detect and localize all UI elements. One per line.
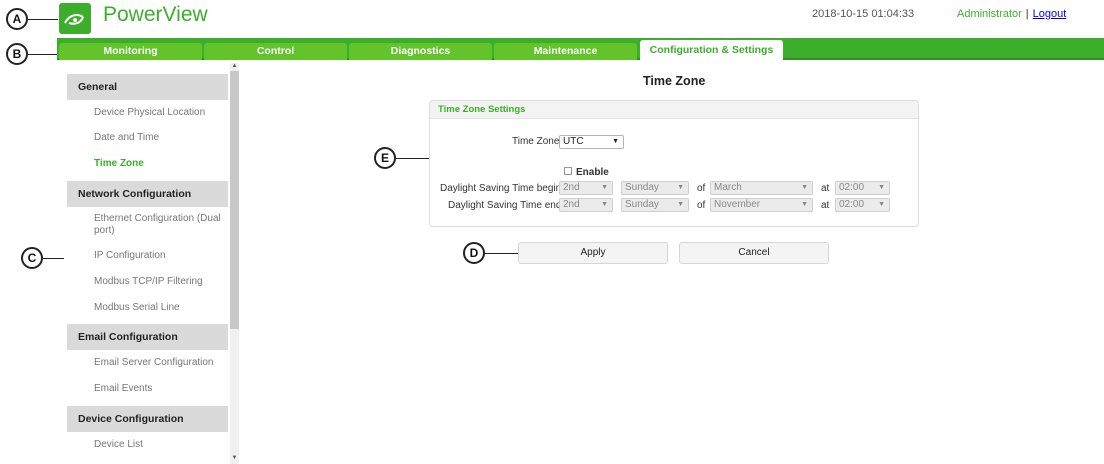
sidebar-item-email-server-configuration[interactable]: Email Server Configuration [94, 357, 224, 369]
sidebar: General Device Physical Location Date an… [67, 63, 228, 464]
caret-down-icon: ▼ [878, 184, 885, 191]
dst-begin-month-select[interactable]: March ▼ [710, 181, 813, 195]
dst-begin-week-select[interactable]: 2nd ▼ [559, 181, 613, 195]
dst-end-time-select[interactable]: 02:00 ▼ [835, 198, 890, 212]
dst-end-month-select[interactable]: November ▼ [710, 198, 813, 212]
callout-b-line [28, 54, 58, 55]
caret-down-icon: ▼ [601, 201, 608, 208]
user-name: Administrator [957, 8, 1022, 20]
tab-configuration-settings[interactable]: Configuration & Settings [640, 40, 783, 60]
dst-begin-time-select[interactable]: 02:00 ▼ [835, 181, 890, 195]
callout-e-line [396, 158, 429, 159]
dst-begin-week: 2nd [563, 182, 580, 193]
dst-begin-of-label: of [697, 183, 706, 194]
sidebar-item-modbus-tcp-ip-filtering[interactable]: Modbus TCP/IP Filtering [94, 276, 224, 288]
page-title: Time Zone [643, 74, 706, 88]
time-zone-value: UTC [563, 136, 584, 147]
dst-end-week-select[interactable]: 2nd ▼ [559, 198, 613, 212]
dst-end-time: 02:00 [839, 199, 865, 210]
sidebar-item-ethernet-configuration[interactable]: Ethernet Configuration (Dual port) [94, 213, 224, 237]
dst-end-day-select[interactable]: Sunday ▼ [621, 198, 689, 212]
sidebar-item-time-zone[interactable]: Time Zone [94, 158, 224, 170]
tab-maintenance[interactable]: Maintenance [494, 43, 637, 60]
dst-begin-day-select[interactable]: Sunday ▼ [621, 181, 689, 195]
user-area: Administrator | Logout [957, 8, 1066, 20]
callout-a-line [28, 19, 58, 20]
callout-e: E [374, 147, 396, 169]
apply-button[interactable]: Apply [518, 242, 668, 264]
dst-begin-label: Daylight Saving Time begins: [440, 183, 569, 194]
time-zone-select[interactable]: UTC ▼ [559, 135, 624, 149]
main-nav: Monitoring Control Diagnostics Maintenan… [57, 38, 1104, 60]
dst-end-label: Daylight Saving Time ends: [448, 200, 570, 211]
plug-leaf-icon [64, 14, 84, 25]
callout-c-line [43, 258, 64, 259]
time-zone-settings-panel: Time Zone Settings Time Zone: UTC ▼ Enabl… [429, 100, 919, 227]
scrollbar-thumb[interactable] [230, 71, 239, 329]
current-datetime: 2018-10-15 01:04:33 [812, 8, 915, 20]
caret-down-icon: ▼ [677, 201, 684, 208]
dst-end-month: November [714, 199, 761, 210]
caret-down-icon: ▼ [878, 201, 885, 208]
panel-title: Time Zone Settings [430, 101, 918, 119]
caret-down-icon: ▼ [801, 201, 808, 208]
app-title: PowerView [103, 3, 208, 26]
logout-link[interactable]: Logout [1033, 8, 1067, 20]
sidebar-item-email-events[interactable]: Email Events [94, 383, 224, 395]
callout-c: C [21, 247, 43, 269]
dst-begin-time: 02:00 [839, 182, 865, 193]
logo [59, 3, 91, 34]
dst-end-of-label: of [697, 200, 706, 211]
time-zone-label: Time Zone: [512, 136, 563, 147]
callout-b: B [6, 43, 28, 65]
sidebar-section-general: General [67, 74, 228, 100]
dst-end-week: 2nd [563, 199, 580, 210]
dst-end-day: Sunday [625, 199, 659, 210]
tab-monitoring[interactable]: Monitoring [59, 43, 202, 60]
caret-down-icon: ▼ [601, 184, 608, 191]
sidebar-item-device-list[interactable]: Device List [94, 439, 224, 451]
user-separator: | [1025, 8, 1029, 20]
arrow-up-icon[interactable]: ▲ [230, 63, 239, 69]
callout-d: D [463, 242, 485, 264]
sidebar-section-network-configuration: Network Configuration [67, 181, 228, 207]
cancel-button[interactable]: Cancel [679, 242, 829, 264]
tab-control[interactable]: Control [204, 43, 347, 60]
caret-down-icon: ▼ [801, 184, 808, 191]
dst-end-at-label: at [821, 200, 830, 211]
dst-enable-label: Enable [576, 167, 609, 178]
caret-down-icon: ▼ [612, 138, 619, 145]
arrow-down-icon[interactable]: ▼ [230, 455, 239, 461]
dst-enable-checkbox[interactable] [564, 167, 572, 175]
dst-begin-at-label: at [821, 183, 830, 194]
tab-diagnostics[interactable]: Diagnostics [349, 43, 492, 60]
callout-d-line [485, 253, 518, 254]
sidebar-item-ip-configuration[interactable]: IP Configuration [94, 250, 224, 262]
sidebar-scrollbar[interactable]: ▲ ▼ [230, 63, 239, 464]
sidebar-item-device-physical-location[interactable]: Device Physical Location [94, 107, 224, 119]
sidebar-section-email-configuration: Email Configuration [67, 324, 228, 350]
dst-begin-day: Sunday [625, 182, 659, 193]
caret-down-icon: ▼ [677, 184, 684, 191]
dst-begin-month: March [714, 182, 742, 193]
sidebar-item-modbus-serial-line[interactable]: Modbus Serial Line [94, 302, 224, 314]
sidebar-section-device-configuration: Device Configuration [67, 406, 228, 432]
sidebar-item-date-and-time[interactable]: Date and Time [94, 132, 224, 144]
callout-a: A [6, 8, 28, 30]
